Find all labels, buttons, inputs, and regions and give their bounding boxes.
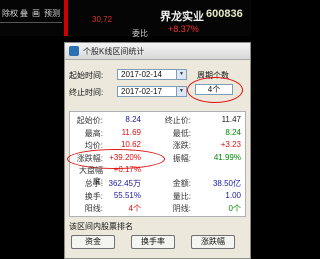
tab-forecast[interactable]: 预测: [44, 8, 60, 18]
chevron-down-icon[interactable]: ▼: [176, 70, 186, 79]
stat-label: 总手:: [84, 179, 103, 188]
stat-label: 起始价:: [76, 116, 103, 125]
chart-icon: [69, 46, 79, 56]
end-date-picker[interactable]: 2017-02-17 ▼: [117, 86, 187, 97]
stat-label: 金额:: [172, 179, 191, 188]
stat-label: 量比:: [172, 191, 191, 201]
stat-label: 振幅:: [172, 153, 191, 163]
interval-stats-dialog: 个股K线区间统计 起始时间: 2017-02-14 ▼ 终止时间: 2017-0…: [64, 42, 251, 259]
stat-value: +3.23: [220, 140, 241, 150]
stat-label: 均价:: [84, 141, 103, 151]
stat-value: 0个: [228, 204, 241, 214]
end-date-value: 2017-02-17: [121, 87, 162, 96]
highlight-circle: [187, 77, 243, 103]
stat-value: 55.51%: [113, 190, 141, 200]
rank-section-label: 该区间内股票排名: [69, 222, 133, 231]
stock-name: 界龙实业: [160, 11, 204, 23]
stat-value: 11.69: [121, 127, 141, 137]
stat-label: 阳线:: [84, 204, 103, 214]
end-time-label: 终止时间:: [69, 88, 104, 97]
stat-value: +0.17%: [113, 165, 141, 175]
turnover-button[interactable]: 换手率: [131, 235, 175, 249]
price-label: 30.72: [92, 15, 113, 24]
bid-ratio-label: 委比: [132, 29, 148, 38]
start-date-value: 2017-02-14: [121, 70, 162, 79]
stat-label: 终止价:: [164, 116, 191, 125]
stat-value: 11.47: [221, 115, 241, 124]
capital-button[interactable]: 资金: [71, 235, 115, 249]
dialog-titlebar[interactable]: 个股K线区间统计: [65, 43, 250, 60]
stat-label: 阴线:: [172, 204, 191, 214]
stat-value: +39.20%: [109, 152, 141, 162]
change-rank-button[interactable]: 涨跌幅: [191, 235, 235, 249]
start-date-picker[interactable]: 2017-02-14 ▼: [117, 69, 187, 80]
stat-value: 8.24: [225, 127, 241, 137]
stat-label: 换手:: [84, 191, 103, 201]
chevron-down-icon[interactable]: ▼: [176, 87, 186, 96]
stat-value: 362.45万: [108, 179, 141, 188]
stat-value: 10.62: [120, 140, 141, 150]
dialog-title: 个股K线区间统计: [83, 47, 145, 56]
price-marker: [64, 0, 68, 36]
stat-value: 1.00: [225, 190, 241, 200]
stat-value: 8.24: [125, 115, 141, 124]
tab-draw[interactable]: 画: [32, 8, 40, 18]
stat-value: 38.50亿: [212, 179, 241, 188]
stat-label: 涨跌:: [172, 141, 191, 151]
start-time-label: 起始时间:: [69, 71, 104, 80]
stat-value: 4个: [128, 204, 141, 214]
stat-value: 41.99%: [213, 152, 241, 162]
tab-exright[interactable]: 除权: [2, 8, 18, 18]
stock-code: 600836: [206, 8, 243, 20]
stat-label: 涨跌幅:: [76, 153, 103, 163]
tab-overlay[interactable]: 叠: [20, 8, 28, 18]
stat-label: 最低:: [172, 128, 191, 138]
divider: [0, 22, 62, 23]
stat-label: 最高:: [84, 128, 103, 138]
